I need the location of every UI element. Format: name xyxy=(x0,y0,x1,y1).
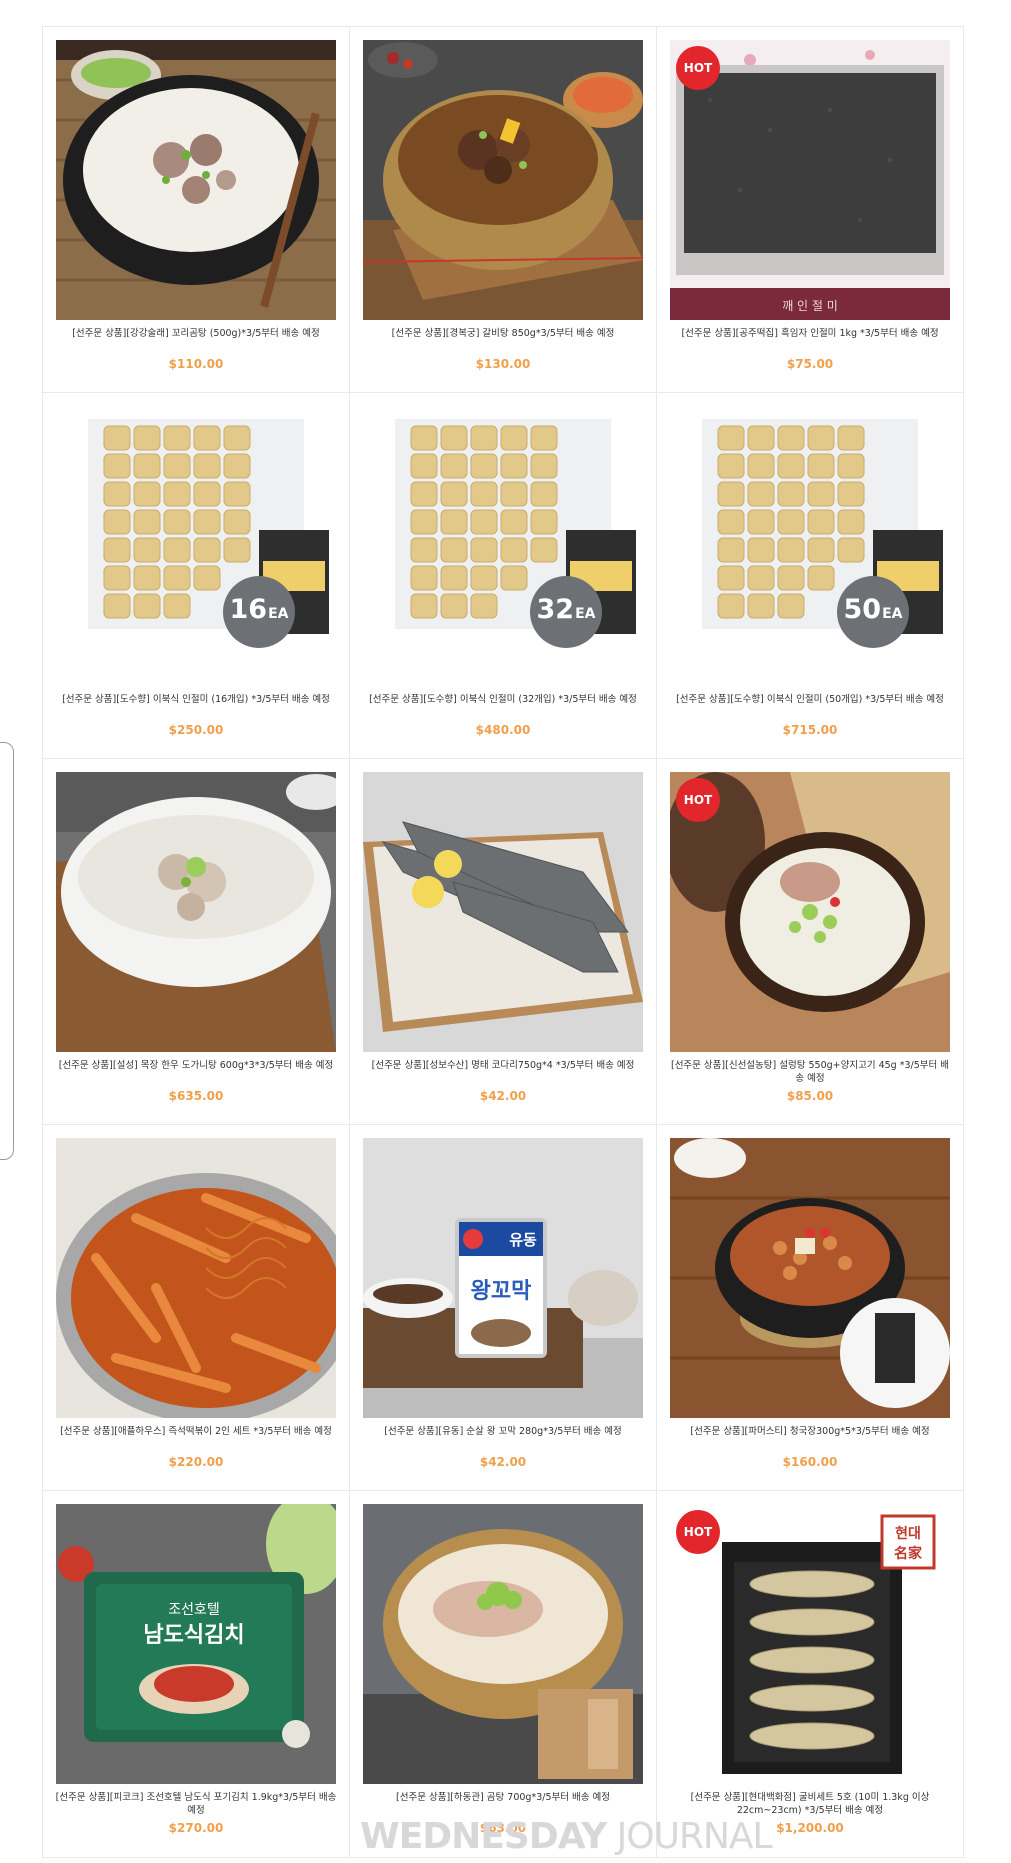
product-image-black-sesame-injeolmi[interactable]: 깨 인 절 미 HOT xyxy=(670,40,950,320)
product-price: $85.00 xyxy=(786,1089,834,1103)
product-name[interactable]: [선주문 상품][성보수산] 명태 코다리750g*4 *3/5부터 배송 예정 xyxy=(362,1059,644,1072)
svg-text:남도식김치: 남도식김치 xyxy=(143,1623,244,1648)
product-name[interactable]: [선주문 상품][경복궁] 갈비탕 850g*3/5부터 배송 예정 xyxy=(362,327,644,340)
side-scroll-tab[interactable] xyxy=(0,742,14,1160)
product-card[interactable]: 조선호텔 남도식김치 [선주문 상품][피코크] 조선호텔 남도식 포기김치 1… xyxy=(43,1491,350,1858)
product-card[interactable]: [선주문 상품][강강술래] 꼬리곰탕 (500g)*3/5부터 배송 예정 $… xyxy=(43,27,350,393)
product-price: $130.00 xyxy=(475,357,531,371)
product-price: $480.00 xyxy=(475,723,531,737)
product-card[interactable]: HOT [선주문 상품][신선설농탕] 설렁탕 550g+양지고기 45g *3… xyxy=(657,759,964,1125)
product-card[interactable]: 유동 왕꼬막 [선주문 상품][유동] 순살 왕 꼬막 280g*3/5부터 배… xyxy=(350,1125,657,1491)
svg-text:유동: 유동 xyxy=(509,1231,537,1249)
product-image-tteokbokki[interactable] xyxy=(56,1138,336,1418)
product-card[interactable]: [선주문 상품][하동관] 곰탕 700g*3/5부터 배송 예정 $63.00 xyxy=(350,1491,657,1858)
product-card[interactable]: [선주문 상품][경복궁] 갈비탕 850g*3/5부터 배송 예정 $130.… xyxy=(350,27,657,393)
product-image-gulbi-set[interactable]: 현대 名家 HOT xyxy=(670,1504,950,1784)
svg-text:현대: 현대 xyxy=(895,1526,921,1542)
product-price: $42.00 xyxy=(479,1089,527,1103)
product-image-oxtail-soup[interactable] xyxy=(56,40,336,320)
product-price: $42.00 xyxy=(479,1455,527,1469)
product-grid: [선주문 상품][강강술래] 꼬리곰탕 (500g)*3/5부터 배송 예정 $… xyxy=(42,26,964,1858)
product-image-seolleongtang[interactable]: HOT xyxy=(670,772,950,1052)
product-image-injeolmi-box[interactable]: 16 EA xyxy=(56,406,336,686)
product-name[interactable]: [선주문 상품][설성] 목장 한우 도가니탕 600g*3*3/5부터 배송 … xyxy=(55,1059,337,1072)
product-price: $110.00 xyxy=(168,357,224,371)
product-name[interactable]: [선주문 상품][도수향] 이북식 인절미 (16개입) *3/5부터 배송 예… xyxy=(55,693,337,706)
product-card[interactable]: [선주문 상품][파머스티] 청국장300g*5*3/5부터 배송 예정 $16… xyxy=(657,1125,964,1491)
product-image-gomtang[interactable] xyxy=(363,1504,643,1784)
svg-text:조선호텔: 조선호텔 xyxy=(168,1602,220,1618)
quantity-badge: 32 EA xyxy=(530,576,602,648)
product-name[interactable]: [선주문 상품][유동] 순살 왕 꼬막 280g*3/5부터 배송 예정 xyxy=(362,1425,644,1438)
product-name[interactable]: [선주문 상품][하동관] 곰탕 700g*3/5부터 배송 예정 xyxy=(362,1791,644,1804)
svg-text:왕꼬막: 왕꼬막 xyxy=(471,1279,532,1304)
product-price: $220.00 xyxy=(168,1455,224,1469)
product-card[interactable]: 깨 인 절 미 HOT [선주문 상품][공주떡집] 흑임자 인절미 1kg *… xyxy=(657,27,964,393)
product-image-cockle-can[interactable]: 유동 왕꼬막 xyxy=(363,1138,643,1418)
product-name[interactable]: [선주문 상품][현대백화점] 굴비세트 5호 (10미 1.3kg 이상 22… xyxy=(669,1791,951,1817)
product-price: $270.00 xyxy=(168,1821,224,1835)
svg-text:名家: 名家 xyxy=(894,1545,923,1562)
product-name[interactable]: [선주문 상품][애플하우스] 즉석떡볶이 2인 세트 *3/5부터 배송 예정 xyxy=(55,1425,337,1438)
product-card[interactable]: 50 EA [선주문 상품][도수향] 이북식 인절미 (50개입) *3/5부터… xyxy=(657,393,964,759)
product-price: $635.00 xyxy=(168,1089,224,1103)
product-name[interactable]: [선주문 상품][공주떡집] 흑임자 인절미 1kg *3/5부터 배송 예정 xyxy=(669,327,951,340)
svg-text:깨 인 절 미: 깨 인 절 미 xyxy=(782,299,838,313)
product-image-galbi-soup[interactable] xyxy=(363,40,643,320)
product-card[interactable]: 32 EA [선주문 상품][도수향] 이북식 인절미 (32개입) *3/5부터… xyxy=(350,393,657,759)
product-name[interactable]: [선주문 상품][도수향] 이북식 인절미 (50개입) *3/5부터 배송 예… xyxy=(669,693,951,706)
product-name[interactable]: [선주문 상품][파머스티] 청국장300g*5*3/5부터 배송 예정 xyxy=(669,1425,951,1438)
product-image-dogani-soup[interactable] xyxy=(56,772,336,1052)
product-price: $75.00 xyxy=(786,357,834,371)
product-price: $715.00 xyxy=(782,723,838,737)
product-image-kimchi[interactable]: 조선호텔 남도식김치 xyxy=(56,1504,336,1784)
product-name[interactable]: [선주문 상품][도수향] 이북식 인절미 (32개입) *3/5부터 배송 예… xyxy=(362,693,644,706)
product-image-pollock[interactable] xyxy=(363,772,643,1052)
product-card[interactable]: 현대 名家 HOT [선주문 상품][현대백화점] 굴비세트 5호 (10미 1… xyxy=(657,1491,964,1858)
product-image-injeolmi-box[interactable]: 32 EA xyxy=(363,406,643,686)
watermark: WEDNESDAY JOURNAL xyxy=(360,1816,773,1857)
product-price: $160.00 xyxy=(782,1455,838,1469)
product-card[interactable]: [선주문 상품][성보수산] 명태 코다리750g*4 *3/5부터 배송 예정… xyxy=(350,759,657,1125)
hot-badge: HOT xyxy=(676,46,720,90)
product-card[interactable]: 16 EA [선주문 상품][도수향] 이북식 인절미 (16개입) *3/5부터… xyxy=(43,393,350,759)
product-name[interactable]: [선주문 상품][신선설농탕] 설렁탕 550g+양지고기 45g *3/5부터… xyxy=(669,1059,951,1085)
hot-badge: HOT xyxy=(676,778,720,822)
product-image-injeolmi-box[interactable]: 50 EA xyxy=(670,406,950,686)
quantity-badge: 16 EA xyxy=(223,576,295,648)
hot-badge: HOT xyxy=(676,1510,720,1554)
product-name[interactable]: [선주문 상품][피코크] 조선호텔 남도식 포기김치 1.9kg*3/5부터 … xyxy=(55,1791,337,1817)
product-card[interactable]: [선주문 상품][애플하우스] 즉석떡볶이 2인 세트 *3/5부터 배송 예정… xyxy=(43,1125,350,1491)
quantity-badge: 50 EA xyxy=(837,576,909,648)
product-card[interactable]: [선주문 상품][설성] 목장 한우 도가니탕 600g*3*3/5부터 배송 … xyxy=(43,759,350,1125)
product-price: $250.00 xyxy=(168,723,224,737)
product-name[interactable]: [선주문 상품][강강술래] 꼬리곰탕 (500g)*3/5부터 배송 예정 xyxy=(55,327,337,340)
product-image-cheonggukjang[interactable] xyxy=(670,1138,950,1418)
